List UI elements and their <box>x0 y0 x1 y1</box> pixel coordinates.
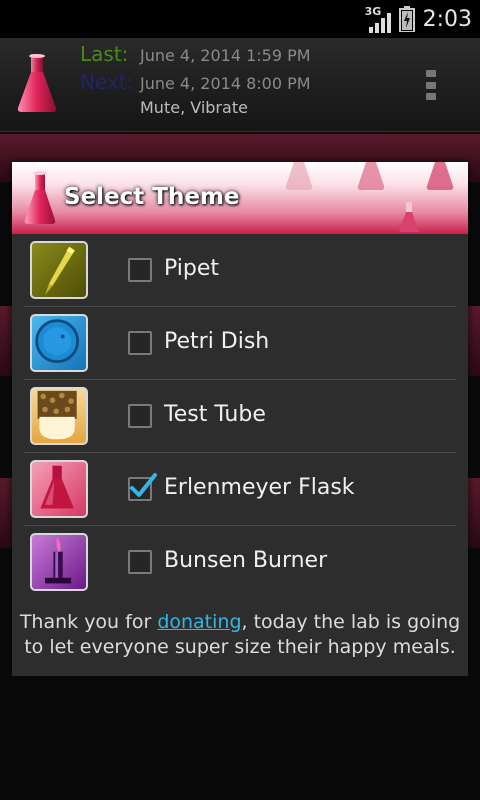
theme-option-petri-dish[interactable]: Petri Dish <box>24 307 456 380</box>
theme-label: Erlenmeyer Flask <box>164 475 355 500</box>
theme-option-erlenmeyer-flask[interactable]: Erlenmeyer Flask <box>24 453 456 526</box>
status-icons: 3G 2:03 <box>365 4 472 34</box>
theme-label: Test Tube <box>164 402 266 427</box>
decorative-flask-icon <box>285 162 313 190</box>
alarm-modes: Mute, Vibrate <box>140 98 248 117</box>
theme-list: Pipet Petri Dish Test Tube Erlenmeyer Fl… <box>24 234 456 599</box>
test-tube-icon <box>30 387 88 445</box>
theme-checkbox[interactable] <box>128 331 152 355</box>
bunsen-burner-icon <box>30 533 88 591</box>
decorative-flask-icon <box>357 162 385 190</box>
theme-label: Petri Dish <box>164 329 270 354</box>
flask-logo-icon <box>24 171 56 224</box>
flask-icon <box>17 54 57 112</box>
last-value: June 4, 2014 1:59 PM <box>140 46 311 65</box>
theme-checkbox[interactable] <box>128 550 152 574</box>
erlenmeyer-flask-icon <box>30 460 88 518</box>
dialog-title: Select Theme <box>64 184 240 210</box>
next-value: June 4, 2014 8:00 PM <box>140 74 311 93</box>
theme-option-bunsen-burner[interactable]: Bunsen Burner <box>24 526 456 599</box>
footer-text-before: Thank you for <box>19 611 158 633</box>
decorative-flask-icon <box>399 202 419 232</box>
status-time: 2:03 <box>422 6 472 32</box>
theme-label: Bunsen Burner <box>164 548 328 573</box>
alarm-row[interactable]: Last: June 4, 2014 1:59 PM Next: June 4,… <box>0 38 480 132</box>
last-label: Last: <box>80 42 129 66</box>
next-label: Next: <box>80 70 134 94</box>
dialog-header: Select Theme <box>12 162 468 234</box>
theme-label: Pipet <box>164 256 220 281</box>
donation-message: Thank you for donating, today the lab is… <box>12 610 468 660</box>
status-bar: 3G 2:03 <box>0 0 480 38</box>
select-theme-dialog: Select Theme Pipet Petri Dish Test Tube … <box>12 162 468 676</box>
theme-checkbox[interactable] <box>128 258 152 282</box>
petri-dish-icon <box>30 314 88 372</box>
pipet-icon <box>30 241 88 299</box>
donating-link[interactable]: donating <box>157 611 241 633</box>
theme-option-test-tube[interactable]: Test Tube <box>24 380 456 453</box>
theme-checkbox-checked[interactable] <box>128 473 157 501</box>
theme-option-pipet[interactable]: Pipet <box>24 234 456 307</box>
checkmark-icon <box>130 473 157 497</box>
overflow-menu-icon[interactable] <box>426 70 438 100</box>
signal-icon: 3G <box>365 5 391 33</box>
decorative-flask-icon <box>426 162 454 190</box>
battery-charging-icon <box>398 6 415 32</box>
theme-checkbox[interactable] <box>128 404 152 428</box>
